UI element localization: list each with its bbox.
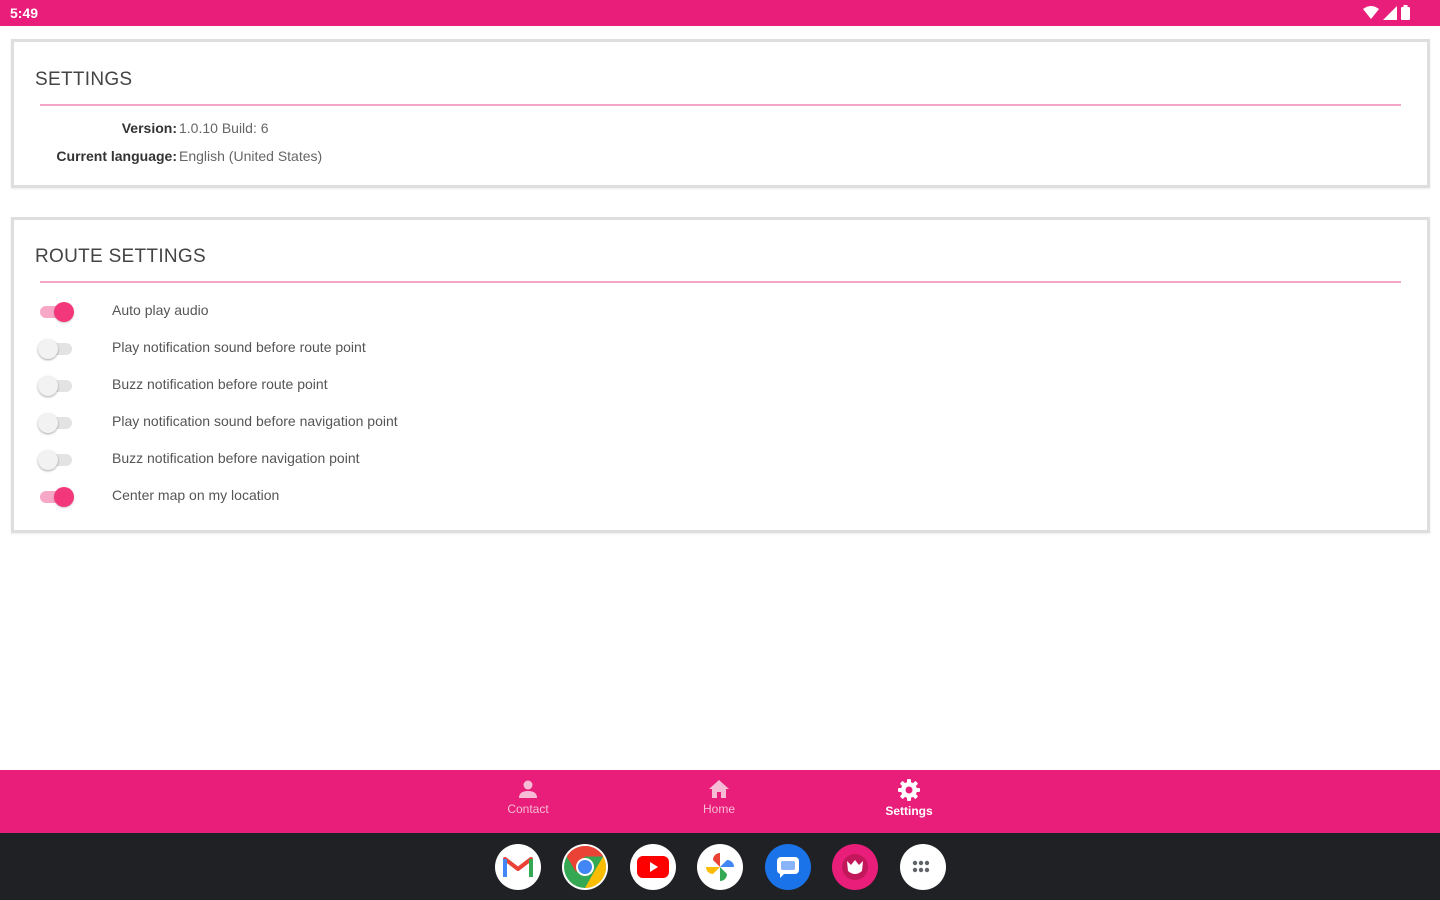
buzz-route-point-toggle[interactable] xyxy=(38,376,74,396)
chrome-icon xyxy=(564,846,607,888)
nav-home[interactable]: Home xyxy=(669,778,769,828)
youtube-icon xyxy=(637,856,669,878)
chrome-app[interactable] xyxy=(562,844,608,890)
route-app[interactable] xyxy=(832,844,878,890)
language-label: Current language xyxy=(56,148,177,164)
card-title: ROUTE SETTINGS xyxy=(35,246,206,267)
battery-icon xyxy=(1401,5,1410,20)
photos-icon xyxy=(706,853,734,881)
nav-label: Settings xyxy=(885,804,933,818)
messages-icon xyxy=(777,857,799,878)
version-value: 1.0.10 Build: 6 xyxy=(179,120,269,136)
card-divider xyxy=(40,104,1401,106)
toggle-row-sound-navigation-point: Play notification sound before navigatio… xyxy=(38,407,738,437)
person-icon xyxy=(519,780,537,798)
gmail-icon xyxy=(503,857,533,877)
status-bar: 5:49 xyxy=(0,0,1440,26)
photos-app[interactable] xyxy=(697,844,743,890)
nav-settings[interactable]: Settings xyxy=(859,778,959,828)
status-time: 5:49 xyxy=(10,5,39,21)
messages-app[interactable] xyxy=(765,844,811,890)
sound-navigation-point-toggle[interactable] xyxy=(38,413,74,433)
nav-label: Contact xyxy=(507,802,549,816)
toggle-row-buzz-route-point: Buzz notification before route point xyxy=(38,370,738,400)
status-icons xyxy=(1363,5,1410,20)
sound-route-point-toggle[interactable] xyxy=(38,339,74,359)
toggle-label: Auto play audio xyxy=(112,302,209,318)
toggle-label: Buzz notification before navigation poin… xyxy=(112,450,360,466)
gear-icon xyxy=(898,779,920,801)
app-icon xyxy=(842,854,868,880)
auto-play-audio-toggle[interactable] xyxy=(38,302,74,322)
card-title: SETTINGS xyxy=(35,69,133,90)
toggle-label: Center map on my location xyxy=(112,487,280,503)
version-label: Version xyxy=(122,120,177,136)
home-icon xyxy=(709,780,729,798)
youtube-app[interactable] xyxy=(630,844,676,890)
toggle-row-buzz-navigation-point: Buzz notification before navigation poin… xyxy=(38,444,738,474)
wifi-icon xyxy=(1363,5,1379,19)
card-divider xyxy=(40,281,1401,283)
toggle-label: Play notification sound before route poi… xyxy=(112,339,366,355)
route-settings-card: ROUTE SETTINGS Auto play audio Play noti… xyxy=(11,217,1430,533)
toggle-label: Buzz notification before route point xyxy=(112,376,328,392)
language-value: English (United States) xyxy=(179,148,323,164)
center-map-toggle[interactable] xyxy=(38,487,74,507)
buzz-navigation-point-toggle[interactable] xyxy=(38,450,74,470)
gmail-app[interactable] xyxy=(495,844,541,890)
app-drawer-icon xyxy=(912,860,930,873)
app-drawer[interactable] xyxy=(900,844,946,890)
version-row: Version 1.0.10 Build: 6 xyxy=(14,120,614,142)
language-row: Current language English (United States) xyxy=(14,148,614,170)
toggle-row-center-map: Center map on my location xyxy=(38,481,738,511)
toggle-row-sound-route-point: Play notification sound before route poi… xyxy=(38,333,738,363)
toggle-row-auto-play-audio: Auto play audio xyxy=(38,296,738,326)
nav-contact[interactable]: Contact xyxy=(478,778,578,828)
toggle-label: Play notification sound before navigatio… xyxy=(112,413,398,429)
nav-label: Home xyxy=(702,802,735,816)
system-taskbar xyxy=(0,833,1440,900)
bottom-navigation: Contact Home Settings xyxy=(0,770,1440,833)
signal-icon xyxy=(1383,5,1397,20)
settings-card: SETTINGS Version 1.0.10 Build: 6 Current… xyxy=(11,39,1430,188)
